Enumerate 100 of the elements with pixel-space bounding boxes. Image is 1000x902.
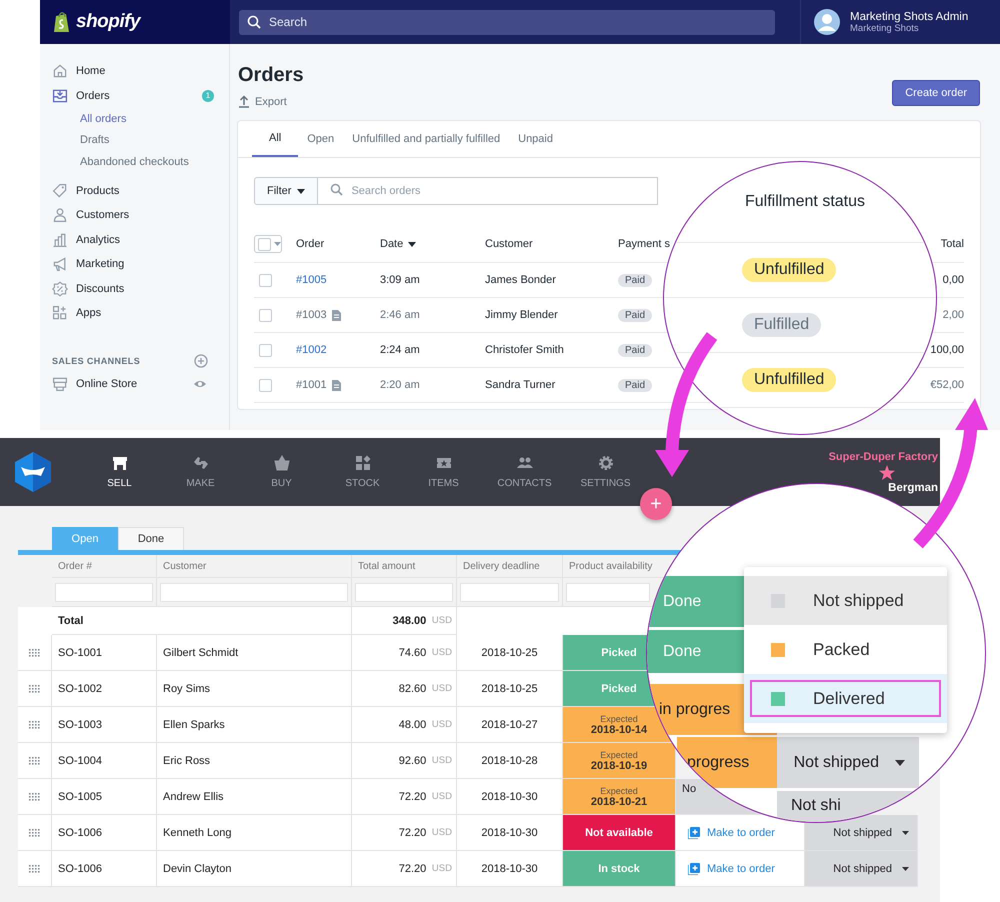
order-link[interactable]: #1002	[296, 344, 327, 356]
menu-item[interactable]: Not shipped	[744, 576, 947, 625]
nav-item[interactable]: ITEMS	[403, 455, 484, 489]
sidebar-item[interactable]: Analytics	[40, 228, 216, 252]
caret-icon	[297, 188, 306, 194]
availability-cell: Expected 2018-10-21	[563, 779, 676, 815]
filter-input[interactable]	[55, 582, 153, 602]
status-cell: Not shipped	[777, 737, 919, 789]
sidebar-item[interactable]: Discounts	[40, 276, 216, 301]
sidebar-item[interactable]: Home	[40, 59, 216, 84]
tab[interactable]: Unpaid	[509, 121, 562, 157]
delivery-dropdown[interactable]: Not shipped	[805, 851, 917, 886]
drag-handle-icon[interactable]	[29, 756, 40, 764]
export-link[interactable]: Export	[238, 95, 287, 108]
row-checkbox[interactable]	[259, 274, 272, 286]
avatar-icon[interactable]	[814, 9, 840, 35]
filter-input[interactable]	[460, 582, 559, 602]
total-cell-text: 100,00	[929, 344, 964, 356]
sidebar-item[interactable]: Marketing	[40, 252, 216, 276]
brand-name: shopify	[76, 11, 140, 33]
eye-icon[interactable]	[193, 378, 207, 389]
order-link[interactable]: #1005	[296, 274, 327, 286]
nav-item[interactable]: BUY	[241, 455, 322, 489]
nav-item[interactable]: SELL	[79, 455, 160, 489]
create-order-button[interactable]: Create order	[892, 80, 980, 106]
row-checkbox[interactable]	[259, 344, 272, 356]
nav-item[interactable]: MAKE	[160, 455, 241, 489]
search-field[interactable]: Search	[239, 10, 775, 34]
deadline-cell: 2018-10-30	[457, 851, 563, 887]
note-icon	[332, 310, 341, 320]
customer-cell: Eric Ross	[157, 743, 352, 779]
bar-chart-icon[interactable]	[52, 232, 68, 248]
drag-handle-icon[interactable]	[29, 864, 40, 872]
sidebar-item[interactable]: Products	[40, 178, 216, 203]
person-icon[interactable]	[52, 207, 68, 224]
caret-icon	[895, 760, 905, 766]
order-number: #1001	[296, 379, 327, 391]
search-field[interactable]: Search orders	[318, 177, 658, 205]
customer-cell: Devin Clayton	[157, 851, 352, 887]
customer-cell-text: Sandra Turner	[485, 379, 556, 391]
amount-cell: 72.20 USD	[352, 815, 457, 851]
tab[interactable]: Open	[298, 121, 344, 157]
order-number: SO-1003	[52, 707, 157, 743]
filter-input[interactable]	[160, 582, 348, 602]
hexagon-logo-icon[interactable]	[15, 452, 51, 492]
drag-handle-icon[interactable]	[29, 648, 40, 656]
nav-item[interactable]: STOCK	[322, 455, 403, 489]
status-badge: Unfulfilled	[742, 258, 836, 282]
column-header: Customer	[157, 555, 352, 578]
total-amount: 348.00 USD	[352, 607, 457, 635]
tag-icon[interactable]	[52, 182, 68, 199]
nav-item[interactable]: SETTINGS	[565, 455, 646, 489]
sidebar-subitem[interactable]: Drafts	[80, 130, 110, 151]
storefront-icon[interactable]	[52, 376, 68, 392]
total-cell-text: €52,00	[929, 379, 964, 391]
house-icon[interactable]	[52, 63, 68, 80]
row-checkbox[interactable]	[259, 378, 272, 392]
add-icon[interactable]	[194, 354, 208, 368]
count-badge: 1	[202, 90, 214, 102]
sidebar-subitem[interactable]: Abandoned checkouts	[80, 151, 189, 172]
order-number: SO-1005	[52, 779, 157, 815]
percent-badge-icon[interactable]	[52, 280, 68, 297]
drag-handle-icon[interactable]	[29, 828, 40, 836]
sidebar-item[interactable]: Customers	[40, 203, 216, 228]
column-header[interactable]: Date	[380, 238, 485, 250]
apps-icon[interactable]	[52, 305, 68, 322]
payment-badge: Paid	[618, 378, 652, 392]
select-all-checkbox[interactable]	[254, 235, 282, 253]
filter-input[interactable]	[355, 582, 453, 602]
tab[interactable]: Unfulfilled and partially fulfilled	[343, 121, 510, 157]
inbox-icon[interactable]	[52, 88, 68, 104]
tab[interactable]: Done	[118, 527, 184, 550]
amount-cell: 92.60 USD	[352, 743, 457, 779]
delivery-dropdown[interactable]: Not shipped	[805, 815, 917, 850]
nav-item[interactable]: CONTACTS	[484, 455, 565, 489]
filter-input[interactable]	[566, 582, 650, 602]
tab[interactable]: All	[252, 121, 298, 157]
order-number: SO-1006	[52, 815, 157, 851]
total-label: Total	[52, 607, 352, 635]
deadline-cell: 2018-10-27	[457, 707, 563, 743]
availability-cell: Expected 2018-10-19	[563, 743, 676, 779]
filter-button[interactable]: Filter	[254, 177, 318, 205]
customer-cell-text: Jimmy Blender	[485, 309, 559, 321]
sidebar-item[interactable]: Online Store	[52, 376, 138, 392]
megaphone-icon[interactable]	[52, 256, 68, 272]
menu-item[interactable]: Packed	[744, 625, 947, 674]
sidebar-item[interactable]: Apps	[40, 301, 216, 326]
amount-cell: 72.20 USD	[352, 779, 457, 815]
sidebar-item[interactable]: Orders 1	[40, 84, 216, 108]
total-cell-text: 0,00	[942, 274, 964, 286]
menu-item[interactable]: Delivered	[744, 674, 947, 723]
drag-handle-icon[interactable]	[29, 684, 40, 692]
status-badge: Fulfilled	[742, 313, 822, 337]
drag-handle-icon[interactable]	[29, 720, 40, 728]
customer-cell: Andrew Ellis	[157, 779, 352, 815]
drag-handle-icon[interactable]	[29, 792, 40, 800]
status-cell: Done	[647, 576, 744, 628]
row-checkbox[interactable]	[259, 308, 272, 322]
sidebar-subitem[interactable]: All orders	[80, 108, 126, 130]
order-number: #1003	[296, 309, 327, 321]
